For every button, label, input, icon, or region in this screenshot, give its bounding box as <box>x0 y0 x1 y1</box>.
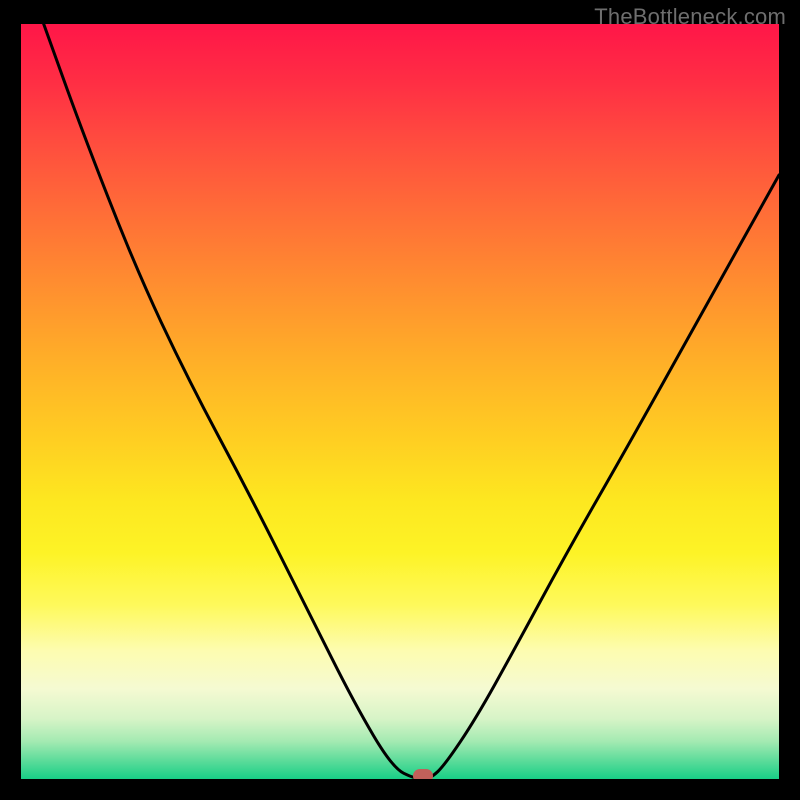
plot-area <box>21 24 779 779</box>
bottleneck-marker <box>413 769 433 779</box>
bottleneck-curve <box>21 24 779 779</box>
watermark-text: TheBottleneck.com <box>594 4 786 30</box>
chart-frame: TheBottleneck.com <box>0 0 800 800</box>
